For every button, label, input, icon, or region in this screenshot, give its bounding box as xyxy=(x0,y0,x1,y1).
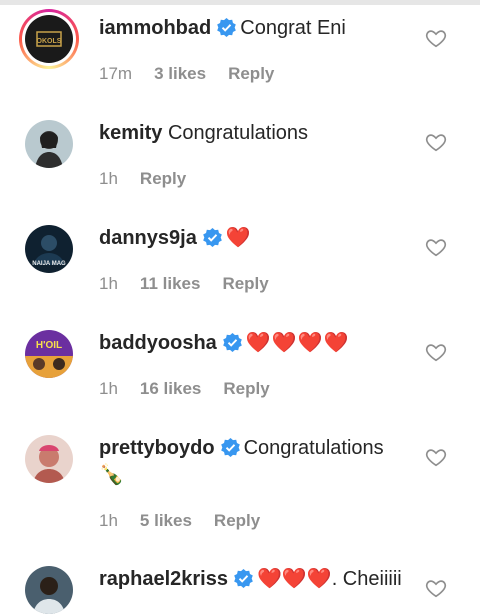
reply-button[interactable]: Reply xyxy=(222,274,268,293)
heart-outline-icon[interactable] xyxy=(425,27,447,49)
comment-time: 1h xyxy=(99,511,118,530)
comment-text: ❤️ xyxy=(225,227,252,249)
reply-button[interactable]: Reply xyxy=(223,379,269,398)
heart-outline-icon[interactable] xyxy=(425,446,447,468)
comment-username[interactable]: dannys9ja xyxy=(99,227,197,249)
heart-outline-icon[interactable] xyxy=(425,577,447,599)
comment-username[interactable]: prettyboydo xyxy=(99,437,215,459)
comment-likes[interactable]: 5 likes xyxy=(140,511,192,530)
comment-text: Congratulations xyxy=(167,122,309,144)
avatar[interactable]: OKOLS xyxy=(25,15,73,63)
reply-button[interactable]: Reply xyxy=(214,511,260,530)
verified-badge-icon xyxy=(234,569,253,588)
comment-likes[interactable]: 3 likes xyxy=(154,64,206,83)
avatar-label: H'OIL xyxy=(36,340,62,351)
comment-time: 1h xyxy=(99,274,118,293)
comment-text: Congratulations xyxy=(243,437,384,459)
avatar[interactable] xyxy=(25,566,73,614)
verified-badge-icon xyxy=(217,18,237,37)
heart-outline-icon[interactable] xyxy=(425,236,447,258)
top-divider xyxy=(0,0,480,5)
avatar[interactable] xyxy=(25,120,73,168)
comment-time: 1h xyxy=(99,379,118,398)
comment-username[interactable]: kemity xyxy=(99,122,162,144)
comment-text: Congrat Eni xyxy=(240,17,346,39)
avatar[interactable]: H'OIL xyxy=(25,330,73,378)
heart-outline-icon[interactable] xyxy=(425,131,447,153)
reply-button[interactable]: Reply xyxy=(228,64,274,83)
heart-outline-icon[interactable] xyxy=(425,341,447,363)
verified-badge-icon xyxy=(203,228,222,247)
avatar[interactable]: NAIJA MAG xyxy=(25,225,73,273)
verified-badge-icon xyxy=(222,333,242,352)
avatar-label: OKOLS xyxy=(37,38,62,45)
comment-likes[interactable]: 11 likes xyxy=(140,274,201,293)
comment-likes[interactable]: 16 likes xyxy=(140,379,201,398)
avatar[interactable] xyxy=(25,435,73,483)
comment-username[interactable]: iammohbad xyxy=(99,17,211,39)
comment-username[interactable]: raphael2kriss xyxy=(99,568,228,590)
verified-badge-icon xyxy=(220,438,240,457)
comment-text: ❤️❤️❤️❤️ xyxy=(245,332,350,354)
comment-time: 17m xyxy=(99,64,133,83)
comment-text: ❤️❤️❤️. Cheiiiii xyxy=(256,568,402,590)
comment-text-line2: 🍾 xyxy=(99,464,124,486)
avatar-label: NAIJA MAG xyxy=(32,261,66,267)
comment-time: 1h xyxy=(99,169,118,188)
reply-button[interactable]: Reply xyxy=(140,169,186,188)
comment-username[interactable]: baddyoosha xyxy=(99,332,217,354)
